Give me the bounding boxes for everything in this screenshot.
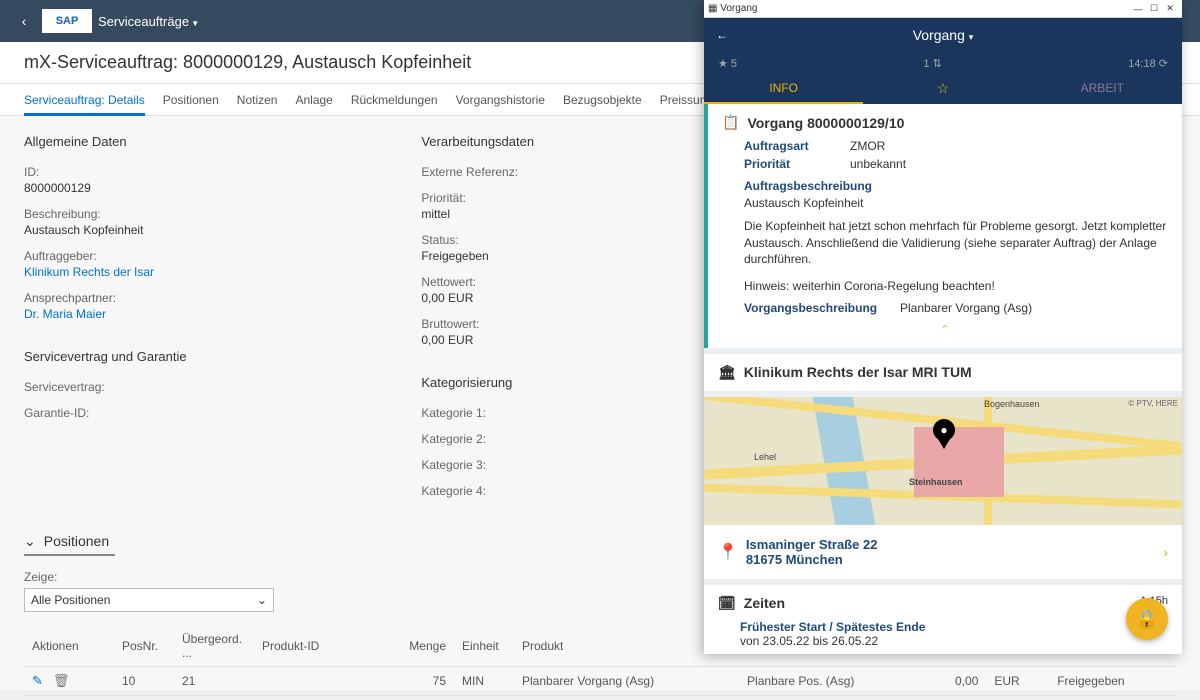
map-pin-icon: ● — [930, 419, 958, 455]
cell-menge: 75 — [394, 667, 454, 696]
link-ansprechpartner[interactable]: Dr. Maria Maier — [24, 307, 381, 321]
tab-anlage[interactable]: Anlage — [295, 84, 332, 116]
value-beschreibung: Austausch Kopfeinheit — [24, 223, 381, 237]
location-pin-icon: 📍 — [718, 542, 738, 562]
cell-posnr[interactable]: 10 — [114, 667, 174, 696]
label-beschreibung: Beschreibung: — [24, 207, 381, 221]
app-icon: ▦ — [708, 3, 717, 14]
minimize-button[interactable]: — — [1130, 4, 1146, 14]
overlay-tab-info[interactable]: INFO — [704, 74, 863, 104]
overlay-time: 14:18 ⟳ — [1128, 57, 1168, 70]
label-ansprechpartner: Ansprechpartner: — [24, 291, 381, 305]
fab-action-button[interactable]: 🔒 — [1126, 598, 1168, 640]
edit-icon[interactable]: ✎ — [32, 673, 43, 688]
back-button[interactable]: ‹ — [10, 13, 38, 29]
cell-produkt: Planbarer Vorgang (Asg) — [514, 667, 739, 696]
shell-menu[interactable]: Serviceaufträge — [98, 14, 199, 29]
calendar-icon: 🗓 — [718, 595, 736, 612]
select-zeige[interactable]: Alle Positionen ⌄ — [24, 588, 274, 612]
label-garantie: Garantie-ID: — [24, 406, 381, 420]
tab-bezugsobjekte[interactable]: Bezugsobjekte — [563, 84, 642, 116]
rating-badge: ★ 5 — [718, 57, 737, 70]
vorgang-overlay-window: ▦ Vorgang — ☐ ✕ ← Vorgang ▾ ★ 5 1 ⇅ 14:1… — [704, 0, 1182, 654]
cell-stat: Freigegeben — [1049, 667, 1176, 696]
card-vorgang: 📋Vorgang 8000000129/10 AuftragsartZMOR P… — [704, 104, 1182, 348]
cell-pos2: Planbare Pos. (Asg) — [739, 667, 927, 696]
collapse-toggle[interactable]: ⌃ — [722, 319, 1168, 340]
cell-uebergeord[interactable]: 21 — [174, 667, 254, 696]
sort-indicator[interactable]: 1 ⇅ — [737, 57, 1128, 70]
tab-positionen[interactable]: Positionen — [163, 84, 219, 116]
overlay-tab-arbeit[interactable]: ARBEIT — [1023, 74, 1182, 104]
map-view[interactable]: Lehel Steinhausen Bogenhausen © PTV, HER… — [704, 397, 1182, 525]
cell-cur: EUR — [986, 667, 1049, 696]
clipboard-icon: 📋 — [722, 114, 739, 131]
value-id: 8000000129 — [24, 181, 381, 195]
label-auftraggeber: Auftraggeber: — [24, 249, 381, 263]
delete-icon[interactable]: 🗑 — [53, 673, 70, 688]
card-location-header: 🏛Klinikum Rechts der Isar MRI TUM — [704, 354, 1182, 391]
cell-val: 0,00 — [927, 667, 987, 696]
section-allgemeine-daten: Allgemeine Daten — [24, 134, 381, 149]
window-titlebar[interactable]: ▦ Vorgang — ☐ ✕ — [704, 0, 1182, 18]
label-servicevertrag: Servicevertrag: — [24, 380, 381, 394]
overlay-back-button[interactable]: ← — [716, 28, 736, 42]
card-zeiten: 🗓Zeiten 1:15h Frühester Start / Späteste… — [704, 585, 1182, 654]
tab-notizen[interactable]: Notizen — [237, 84, 278, 116]
chevron-down-icon: ⌄ — [257, 593, 267, 607]
overlay-title: Vorgang ▾ — [736, 27, 1150, 43]
close-button[interactable]: ✕ — [1162, 3, 1178, 14]
building-icon: 🏛 — [718, 364, 736, 381]
overlay-tab-favorite[interactable]: ☆ — [863, 74, 1022, 104]
chevron-right-icon: › — [1163, 544, 1168, 560]
cell-einheit: MIN — [454, 667, 514, 696]
section-positionen[interactable]: ⌄ Positionen — [24, 528, 115, 556]
tab-vorgangshistorie[interactable]: Vorgangshistorie — [456, 84, 545, 116]
address-row[interactable]: 📍 Ismaninger Straße 22 81675 München › — [704, 525, 1182, 579]
label-id: ID: — [24, 165, 381, 179]
map-attribution: © PTV, HERE — [1128, 399, 1178, 408]
section-servicevertrag: Servicevertrag und Garantie — [24, 349, 381, 364]
tab-details[interactable]: Serviceauftrag: Details — [24, 84, 145, 116]
window-title: Vorgang — [720, 3, 757, 14]
maximize-button[interactable]: ☐ — [1146, 3, 1162, 14]
table-row[interactable]: ✎🗑 10 21 75 MIN Planbarer Vorgang (Asg) … — [24, 667, 1176, 696]
link-auftraggeber[interactable]: Klinikum Rechts der Isar — [24, 265, 381, 279]
tab-rueckmeldungen[interactable]: Rückmeldungen — [351, 84, 438, 116]
sap-logo: SAP — [42, 9, 92, 33]
chevron-down-icon: ⌄ — [24, 533, 36, 550]
